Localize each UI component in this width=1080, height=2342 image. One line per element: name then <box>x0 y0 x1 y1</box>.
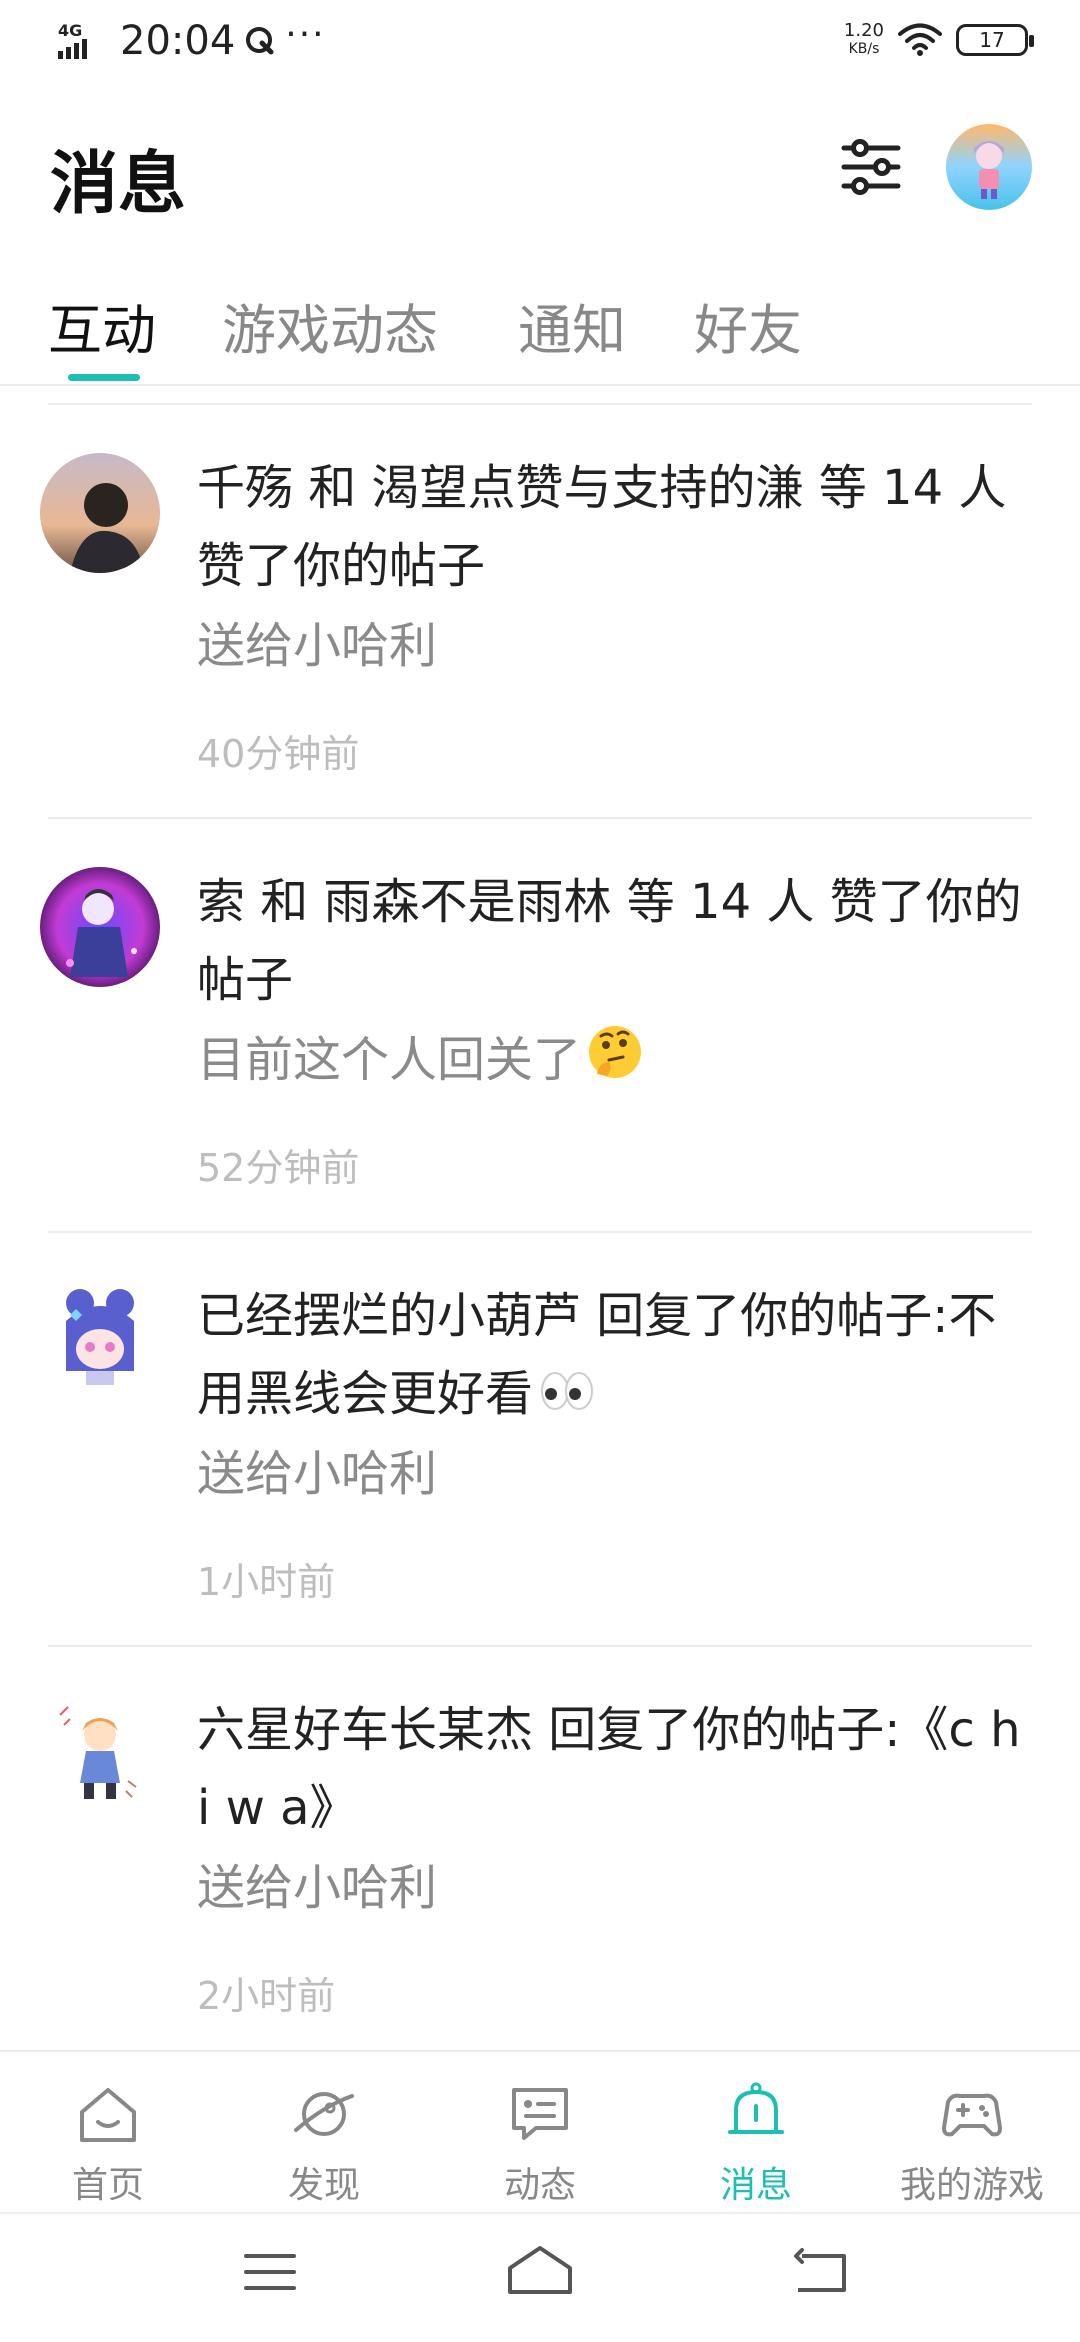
message-subtitle: 目前这个人回关了 <box>197 1021 1037 1099</box>
battery-level: 17 <box>979 28 1005 52</box>
status-time: 20:04 <box>120 18 236 64</box>
list-item[interactable]: 索 和 雨森不是雨林 等 14 人 赞了你的帖子 目前这个人回关了 52分钟前 <box>0 819 1080 1233</box>
more-notifications-icon: ··· <box>285 13 326 55</box>
speed-unit: KB/s <box>848 41 880 57</box>
wifi-icon <box>898 23 942 56</box>
nav-home-label: 首页 <box>71 2165 144 2206</box>
list-item[interactable]: 已经摆烂的小葫芦 回复了你的帖子:不用黑线会更好看 送给小哈利 1小时前 <box>0 1233 1080 1647</box>
signal-icon: 4G <box>58 21 104 61</box>
message-box-icon <box>512 2088 568 2140</box>
system-navigation <box>0 2212 1080 2342</box>
nav-my-games[interactable]: 我的游戏 <box>864 2052 1080 2214</box>
tab-friends[interactable]: 好友 <box>694 286 802 365</box>
avatar[interactable] <box>40 453 160 573</box>
message-title: 六星好车长某杰 回复了你的帖子:《c h i w a》 <box>197 1702 1021 1836</box>
nav-discover-label: 发现 <box>287 2165 360 2206</box>
nav-home[interactable]: 首页 <box>0 2052 216 2214</box>
message-content: 六星好车长某杰 回复了你的帖子:《c h i w a》 送给小哈利 2小时前 <box>197 1691 1037 2020</box>
back-icon[interactable] <box>790 2242 850 2302</box>
message-time: 40分钟前 <box>197 732 360 776</box>
app-notification-icon <box>246 27 274 55</box>
list-item[interactable]: 千殇 和 渴望点赞与支持的溓 等 14 人 赞了你的帖子 送给小哈利 40分钟前 <box>0 405 1080 819</box>
nav-messages[interactable]: 消息 <box>648 2052 864 2214</box>
message-subtitle-text: 目前这个人回关了 <box>197 1032 582 1088</box>
planet-icon <box>294 2092 354 2136</box>
status-left: 4G 20:04 ··· <box>58 14 326 64</box>
header: 消息 <box>0 84 1080 262</box>
nav-messages-label: 消息 <box>719 2165 792 2206</box>
page-title: 消息 <box>50 145 187 224</box>
nav-my-games-label: 我的游戏 <box>899 2165 1044 2206</box>
message-subtitle: 送给小哈利 <box>197 1860 438 1916</box>
avatar[interactable] <box>40 867 160 987</box>
tab-notifications[interactable]: 通知 <box>518 286 626 365</box>
status-bar: 4G 20:04 ··· 1.20 KB/s 17 <box>0 0 1080 84</box>
avatar[interactable] <box>40 1281 160 1401</box>
message-time: 52分钟前 <box>197 1146 360 1190</box>
message-time: 2小时前 <box>197 1974 336 2018</box>
message-content: 索 和 雨森不是雨林 等 14 人 赞了你的帖子 目前这个人回关了 52分钟前 <box>197 863 1037 1192</box>
thinking-face-emoji <box>589 1026 642 1078</box>
message-time: 1小时前 <box>197 1560 336 1604</box>
menu-icon[interactable] <box>240 2242 300 2302</box>
message-content: 千殇 和 渴望点赞与支持的溓 等 14 人 赞了你的帖子 送给小哈利 40分钟前 <box>197 449 1037 778</box>
list-item[interactable]: 六星好车长某杰 回复了你的帖子:《c h i w a》 送给小哈利 2小时前 <box>0 1647 1080 2061</box>
speed-value: 1.20 <box>843 20 884 41</box>
message-title: 索 和 雨森不是雨林 等 14 人 赞了你的帖子 <box>197 874 1022 1008</box>
bell-icon <box>728 2082 784 2134</box>
user-avatar[interactable] <box>946 124 1032 210</box>
tab-interaction[interactable]: 互动 <box>48 286 156 365</box>
home-icon[interactable] <box>504 2242 576 2302</box>
gamepad-icon <box>942 2093 1002 2137</box>
active-tab-indicator <box>68 374 140 381</box>
tab-game-updates[interactable]: 游戏动态 <box>222 286 438 365</box>
message-content: 已经摆烂的小葫芦 回复了你的帖子:不用黑线会更好看 送给小哈利 1小时前 <box>197 1277 1037 1606</box>
nav-discover[interactable]: 发现 <box>216 2052 432 2214</box>
tab-bar: 互动 游戏动态 通知 好友 <box>0 262 1080 386</box>
network-speed: 1.20 KB/s <box>844 22 884 58</box>
message-title: 已经摆烂的小葫芦 回复了你的帖子:不用黑线会更好看 <box>197 1277 1037 1433</box>
nav-feed[interactable]: 动态 <box>432 2052 648 2214</box>
message-list: 千殇 和 渴望点赞与支持的溓 等 14 人 赞了你的帖子 送给小哈利 40分钟前 <box>0 405 1080 2061</box>
bottom-navigation: 首页 发现 动态 消息 我的游戏 <box>0 2050 1080 2214</box>
home-icon <box>80 2088 136 2142</box>
network-type: 4G <box>58 21 83 40</box>
battery-icon: 17 <box>956 24 1034 56</box>
message-title: 千殇 和 渴望点赞与支持的溓 等 14 人 赞了你的帖子 <box>197 460 1007 594</box>
status-right: 1.20 KB/s 17 <box>844 22 1034 58</box>
message-subtitle: 送给小哈利 <box>197 618 438 674</box>
eyes-emoji <box>541 1372 594 1410</box>
filter-settings-icon[interactable] <box>838 134 904 200</box>
nav-feed-label: 动态 <box>503 2165 576 2206</box>
avatar[interactable] <box>40 1695 160 1815</box>
message-subtitle: 送给小哈利 <box>197 1446 438 1502</box>
